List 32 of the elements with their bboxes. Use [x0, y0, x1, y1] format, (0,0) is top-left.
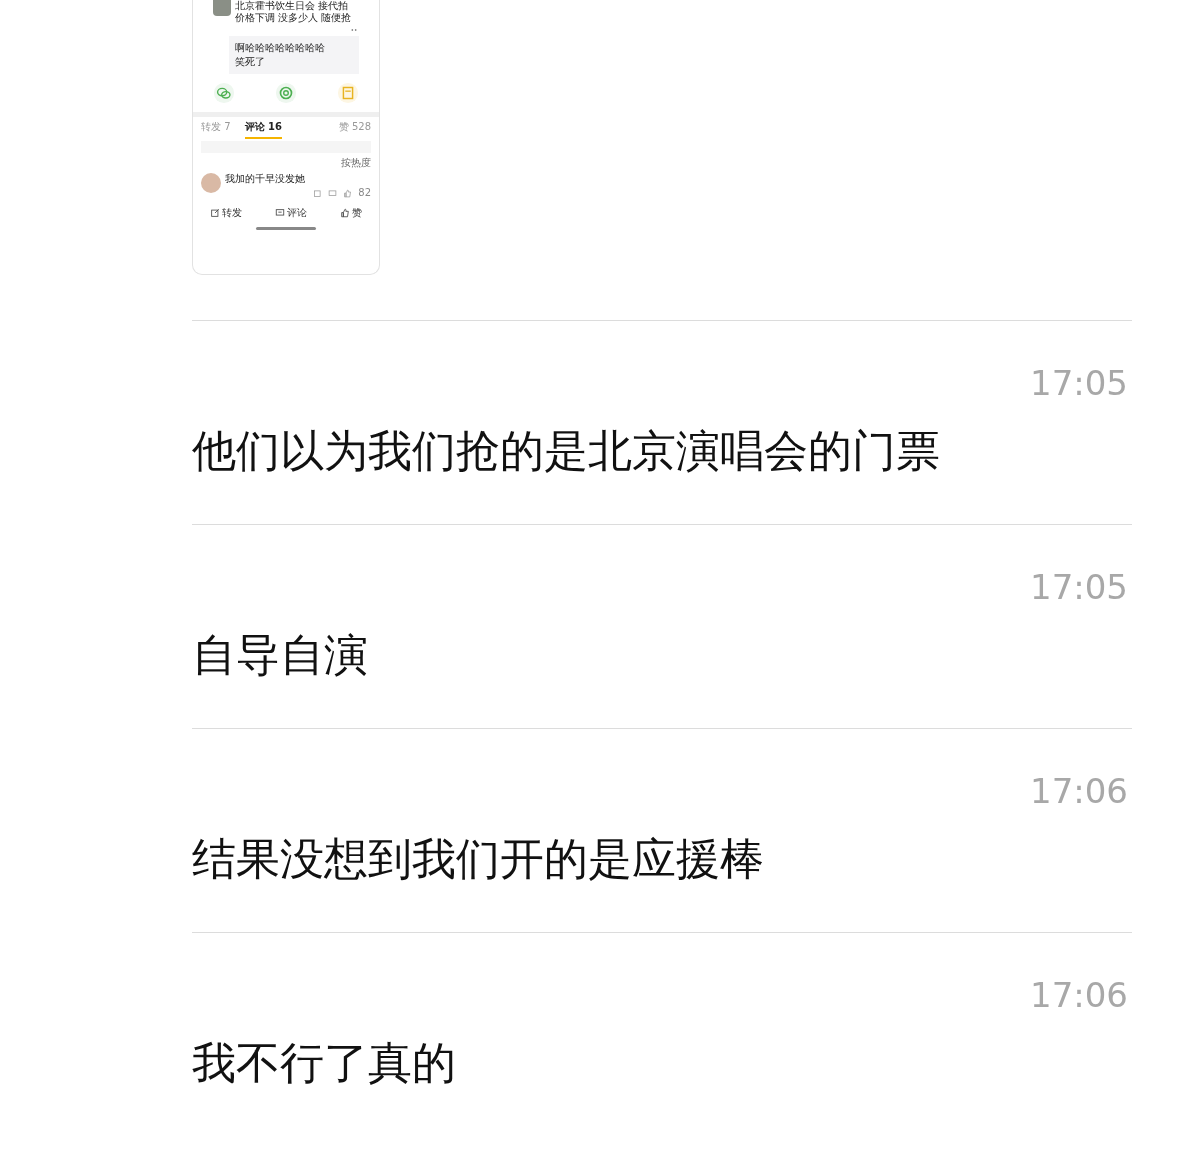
action-button[interactable]: 转发 [209, 207, 242, 219]
message-text: 他们以为我们抢的是北京演唱会的门票 [192, 424, 941, 478]
post-text: 北京霍书饮生日会 接代拍 [235, 0, 350, 12]
thumbs-up-icon [343, 188, 353, 198]
comment-text: 我加的千早没发她 [225, 173, 306, 185]
avatar [201, 173, 221, 193]
message-time: 17:06 [1030, 771, 1129, 811]
share-icon [209, 208, 220, 218]
post-text: 价格下调 没多少人 随便抢 [235, 12, 352, 24]
action-button[interactable]: 赞 [340, 207, 363, 219]
home-indicator [256, 227, 316, 230]
aperture-icon [275, 82, 297, 104]
thumbs-up-icon [340, 208, 351, 218]
comment-icon [275, 208, 285, 218]
sort-label[interactable]: 按热度 [193, 155, 379, 171]
like-count: 82 [358, 187, 371, 199]
action-button[interactable]: 评论 [275, 207, 307, 219]
message-text: 自导自演 [192, 628, 369, 682]
message-text: 结果没想到我们开的是应援棒 [192, 832, 765, 886]
document-icon [337, 82, 359, 104]
chat-bubbles-icon [213, 82, 235, 104]
reply-text: 啊哈哈哈哈哈哈哈哈 [235, 42, 326, 54]
tab[interactable]: 评论 16 [244, 121, 282, 139]
more-icon [349, 26, 359, 34]
message-time: 17:05 [1030, 363, 1129, 403]
share-icon [313, 188, 323, 198]
avatar [213, 0, 231, 16]
message-time: 17:06 [1030, 975, 1129, 1015]
message-time: 17:05 [1030, 567, 1129, 607]
comment-icon [328, 188, 338, 198]
reply-text: 笑死了 [235, 56, 266, 68]
message-text: 我不行了真的 [192, 1036, 457, 1090]
